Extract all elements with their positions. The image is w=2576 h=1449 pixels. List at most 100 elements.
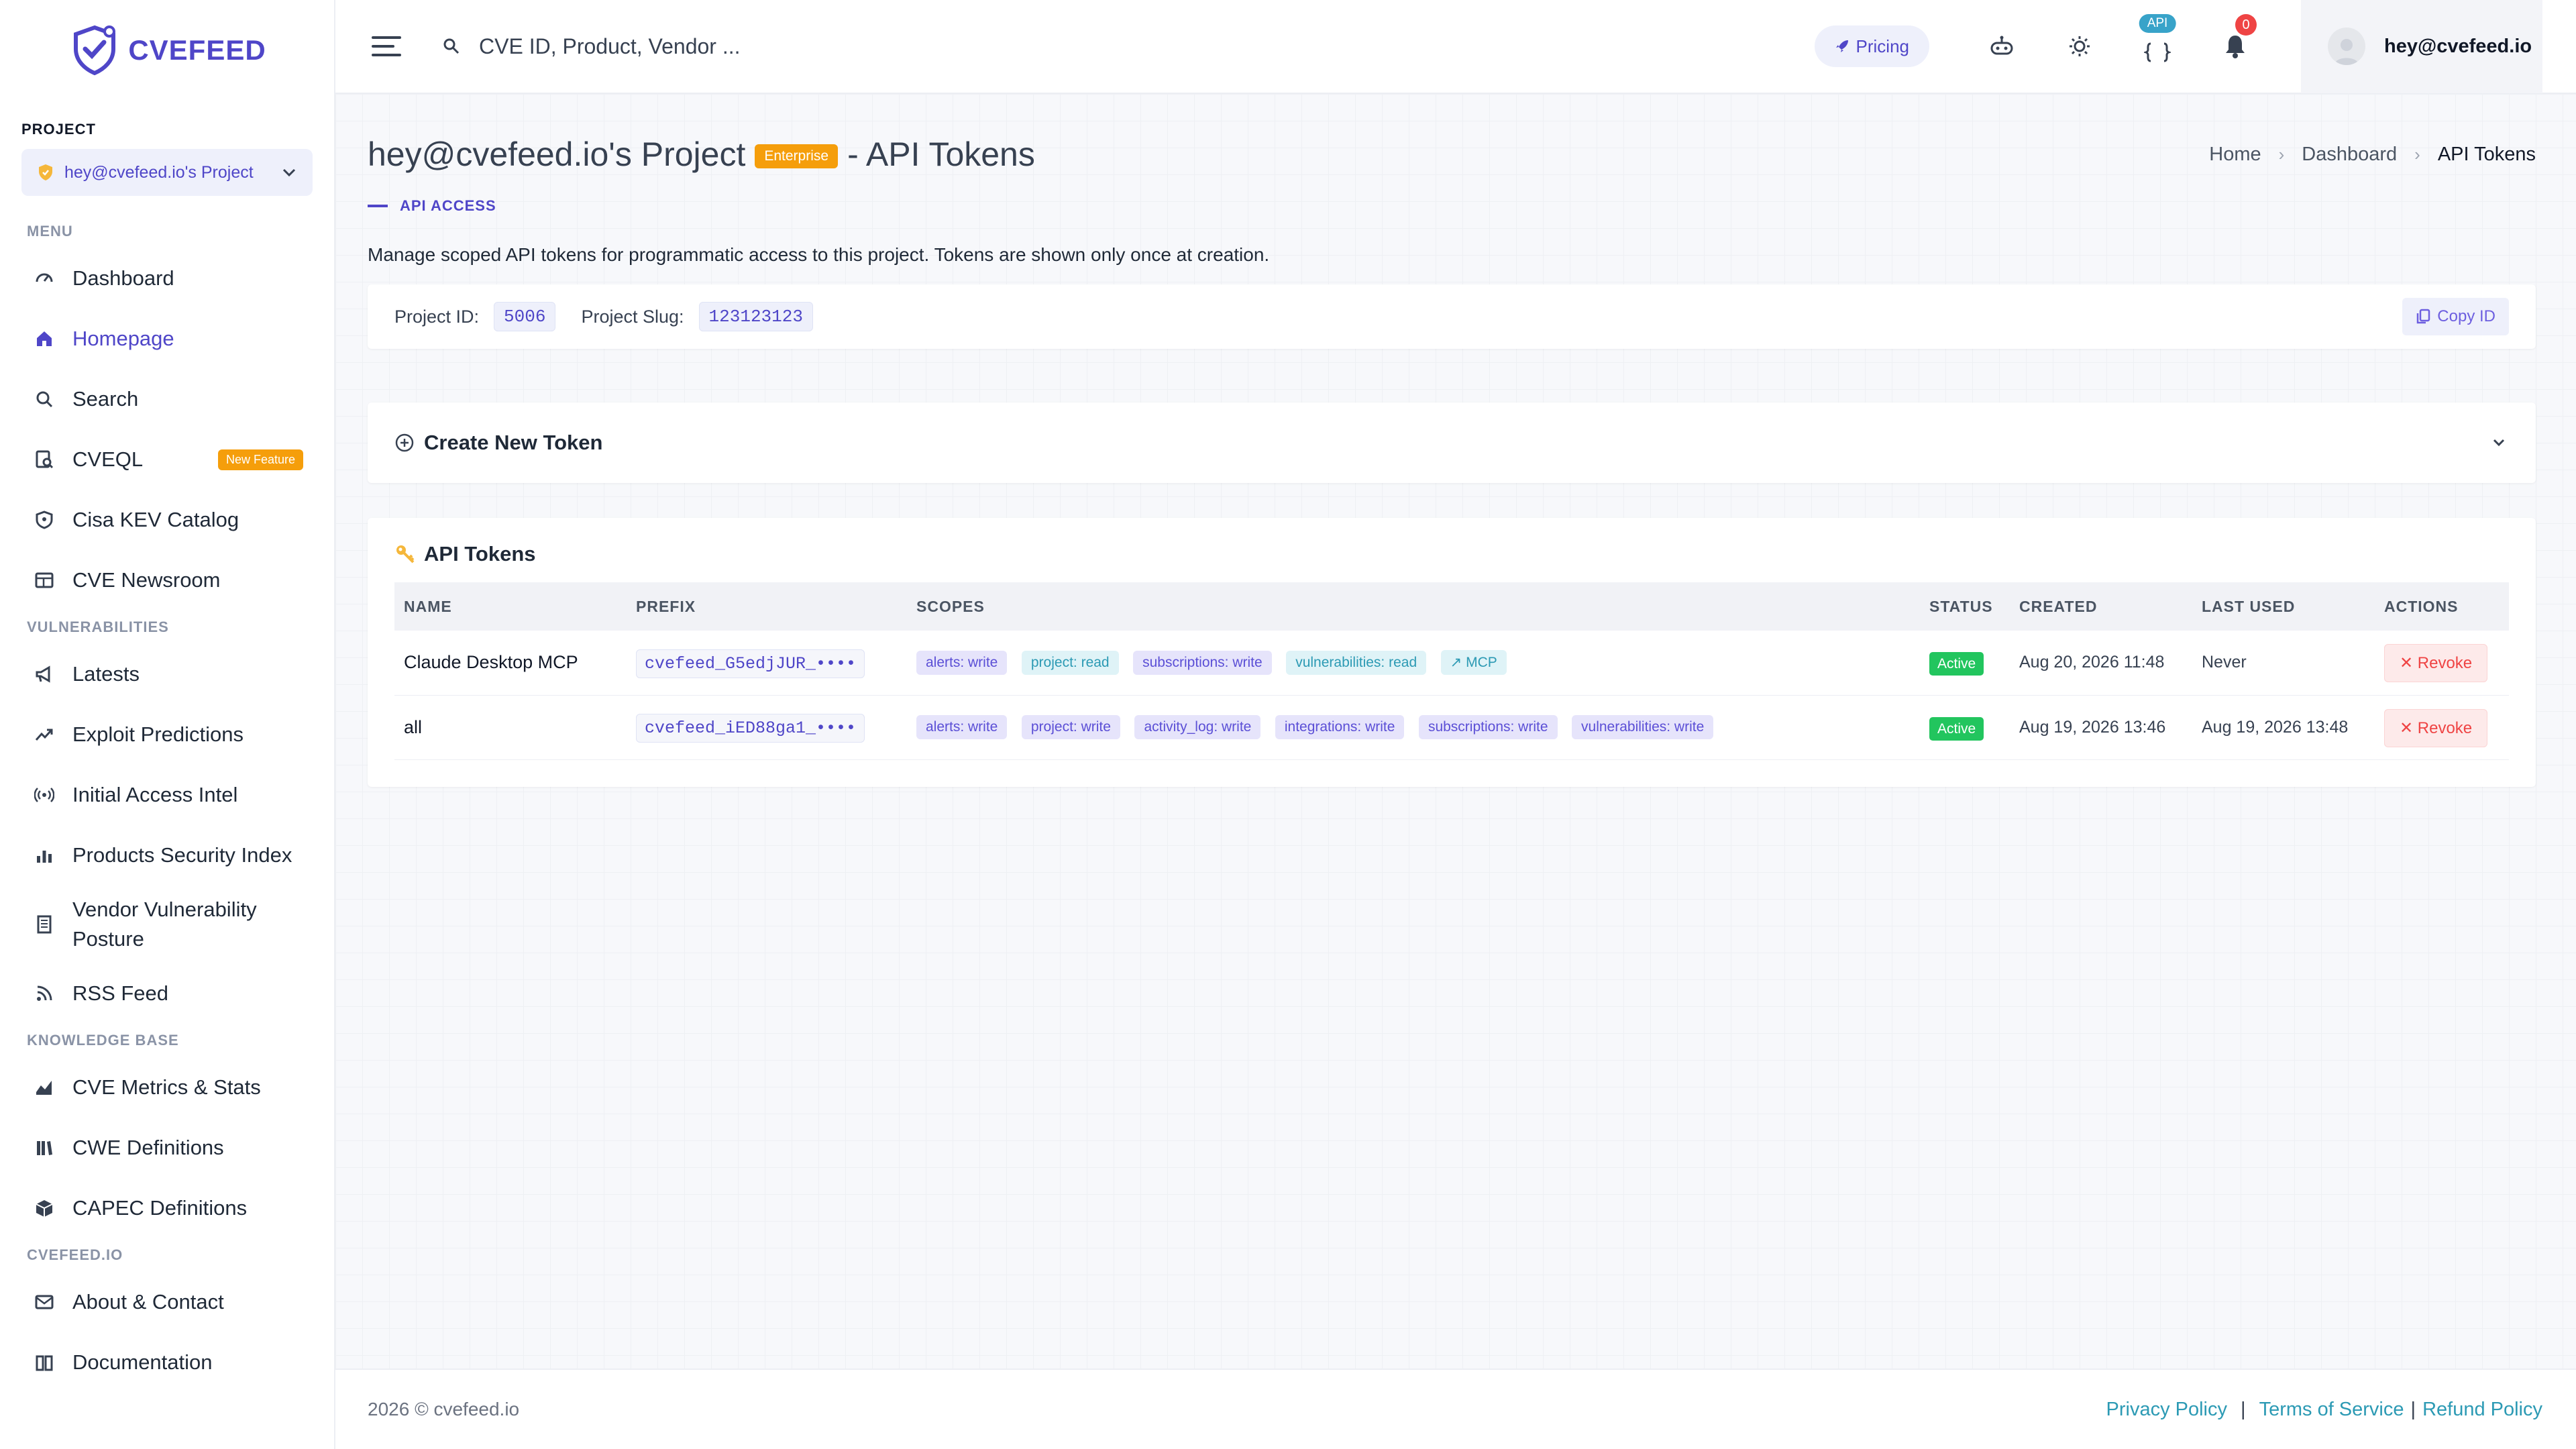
- sidebar-item-latests[interactable]: Latests: [0, 644, 334, 704]
- broadcast-icon: [34, 784, 55, 806]
- table-header-row: NAME PREFIX SCOPES STATUS CREATED LAST U…: [394, 582, 2509, 631]
- token-scopes-cell: alerts: write project: write activity_lo…: [907, 695, 1920, 760]
- token-prefix: cvefeed_G5edjJUR_••••: [636, 649, 865, 678]
- rocket-icon: [1835, 40, 1848, 52]
- sidebar-item-label: RSS Feed: [72, 981, 169, 1005]
- ai-assistant-button[interactable]: [1963, 0, 2041, 93]
- api-badge: API: [2139, 14, 2176, 33]
- sidebar-item-label: CVE Metrics & Stats: [72, 1075, 261, 1099]
- terms-of-service-link[interactable]: Terms of Service: [2259, 1399, 2404, 1421]
- scope-badge: alerts: write: [916, 651, 1008, 676]
- token-status-cell: Active: [1920, 695, 2010, 760]
- book-icon: [34, 1352, 55, 1373]
- scope-badge: alerts: write: [916, 715, 1008, 739]
- token-name: all: [394, 695, 627, 760]
- section-title-cvefeed: CVEFEED.IO: [27, 1246, 123, 1263]
- sidebar-item-rss-feed[interactable]: RSS Feed: [0, 963, 334, 1024]
- search-bar[interactable]: [443, 34, 1046, 59]
- column-header-actions: ACTIONS: [2384, 597, 2459, 615]
- footer-separator: |: [2241, 1398, 2246, 1420]
- logo-shield-icon: [74, 25, 116, 76]
- sidebar-item-label: Exploit Predictions: [72, 722, 244, 746]
- new-feature-badge: New Feature: [217, 449, 303, 470]
- sidebar-item-vendor-vulnerability-posture[interactable]: Vendor Vulnerability Posture: [0, 885, 334, 963]
- sidebar-item-cve-newsroom[interactable]: CVE Newsroom: [0, 550, 334, 610]
- refund-policy-link[interactable]: Refund Policy: [2422, 1399, 2542, 1421]
- search-input[interactable]: [479, 34, 1016, 59]
- megaphone-icon: [34, 663, 55, 685]
- notifications-button[interactable]: 0: [2196, 0, 2274, 93]
- braces-icon: [2144, 42, 2171, 62]
- copy-icon: [2417, 309, 2430, 324]
- sidebar-item-label: CVE Newsroom: [72, 568, 221, 592]
- header-actions: Pricing API 0 hey@cvefeed.io: [1814, 0, 2576, 93]
- section-label-text: API ACCESS: [400, 197, 496, 214]
- section-title-knowledge-base: KNOWLEDGE BASE: [27, 1032, 179, 1049]
- breadcrumb-chevron-icon: ›: [2278, 144, 2285, 164]
- project-id-label: Project ID:: [394, 306, 480, 327]
- sidebar-item-exploit-predictions[interactable]: Exploit Predictions: [0, 704, 334, 765]
- sun-icon: [2070, 36, 2090, 56]
- privacy-policy-link[interactable]: Privacy Policy: [2106, 1399, 2228, 1421]
- copy-id-label: Copy ID: [2437, 307, 2496, 325]
- create-token-accordion[interactable]: Create New Token: [368, 402, 2536, 483]
- search-icon: [443, 38, 460, 54]
- title-row: hey@cvefeed.io's Project Enterprise - AP…: [368, 127, 2536, 181]
- mcp-badge: ↗ MCP: [1440, 650, 1507, 676]
- user-menu[interactable]: hey@cvefeed.io: [2301, 0, 2542, 93]
- project-id-card: Project ID: 5006 Project Slug: 123123123…: [368, 284, 2536, 349]
- sidebar-item-homepage[interactable]: Homepage: [0, 309, 334, 369]
- project-id-value: 5006: [494, 302, 556, 331]
- api-tokens-title: API Tokens: [424, 542, 536, 566]
- box-icon: [34, 1197, 55, 1219]
- menu-toggle-icon[interactable]: [372, 36, 401, 56]
- page-description: Manage scoped API tokens for programmati…: [368, 244, 1270, 265]
- sidebar-item-products-security-index[interactable]: Products Security Index: [0, 825, 334, 885]
- section-label-line: [368, 205, 388, 207]
- sidebar-item-capec-definitions[interactable]: CAPEC Definitions: [0, 1178, 334, 1238]
- newspaper-icon: [34, 570, 55, 591]
- api-tokens-card: API Tokens NAME PREFIX SCOPES STATUS CRE…: [368, 518, 2536, 787]
- avatar: [2328, 28, 2365, 65]
- token-actions-cell: ✕ Revoke: [2375, 695, 2509, 760]
- sidebar-item-cisa-kev[interactable]: Cisa KEV Catalog: [0, 490, 334, 550]
- sidebar-item-search[interactable]: Search: [0, 369, 334, 429]
- plus-circle-icon: [395, 433, 414, 452]
- sidebar-item-documentation[interactable]: Documentation: [0, 1332, 334, 1393]
- sidebar-item-cwe-definitions[interactable]: CWE Definitions: [0, 1118, 334, 1178]
- page-title-project: hey@cvefeed.io's Project: [368, 136, 746, 173]
- api-button[interactable]: API: [2118, 0, 2196, 93]
- revoke-button[interactable]: ✕ Revoke: [2384, 708, 2488, 747]
- token-prefix: cvefeed_iED88ga1_••••: [636, 714, 865, 743]
- revoke-label: Revoke: [2417, 718, 2473, 737]
- theme-toggle-button[interactable]: [2041, 0, 2118, 93]
- breadcrumb-chevron-icon: ›: [2414, 144, 2420, 164]
- sidebar-item-about-contact[interactable]: About & Contact: [0, 1272, 334, 1332]
- sidebar-item-initial-access-intel[interactable]: Initial Access Intel: [0, 765, 334, 825]
- dashboard-icon: [34, 268, 55, 289]
- notification-count-badge: 0: [2235, 14, 2257, 36]
- create-token-label: Create New Token: [424, 431, 603, 454]
- sidebar-item-label: Dashboard: [72, 266, 174, 290]
- scope-badge: subscriptions: write: [1418, 715, 1558, 739]
- sidebar-item-dashboard[interactable]: Dashboard: [0, 248, 334, 309]
- home-icon: [34, 328, 55, 350]
- mail-icon: [34, 1291, 55, 1313]
- token-last-used: Never: [2192, 631, 2375, 696]
- project-selector[interactable]: hey@cvefeed.io's Project: [21, 149, 313, 196]
- breadcrumb-dashboard[interactable]: Dashboard: [2302, 144, 2397, 166]
- logo[interactable]: CVEFEED: [0, 0, 334, 101]
- user-email: hey@cvefeed.io: [2384, 35, 2532, 57]
- breadcrumb-home[interactable]: Home: [2209, 144, 2261, 166]
- section-label: API ACCESS: [368, 197, 2536, 215]
- section-title-vulnerabilities: VULNERABILITIES: [27, 619, 169, 635]
- copy-id-button[interactable]: Copy ID: [2402, 298, 2509, 335]
- search-icon: [34, 388, 55, 410]
- scope-badge: project: write: [1021, 715, 1120, 739]
- sidebar-item-cve-metrics[interactable]: CVE Metrics & Stats: [0, 1057, 334, 1118]
- revoke-button[interactable]: ✕ Revoke: [2384, 644, 2488, 683]
- token-created: Aug 19, 2026 13:46: [2010, 695, 2192, 760]
- user-silhouette-icon: [2334, 39, 2359, 65]
- pricing-button[interactable]: Pricing: [1814, 25, 1929, 67]
- sidebar-item-cveql[interactable]: CVEQL New Feature: [0, 429, 334, 490]
